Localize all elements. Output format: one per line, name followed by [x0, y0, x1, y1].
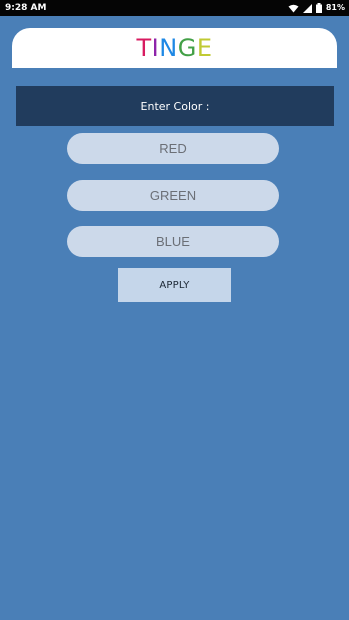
title-letter: T [136, 34, 152, 62]
red-input[interactable] [67, 133, 279, 164]
title-letter: I [151, 34, 160, 62]
title-letter: G [177, 34, 197, 62]
blue-input[interactable] [67, 226, 279, 257]
title-letter: E [196, 34, 213, 62]
battery-icon [315, 3, 322, 13]
app-title: TINGE [12, 34, 337, 62]
app-header: TINGE [12, 28, 337, 68]
enter-color-label: Enter Color : [140, 99, 210, 113]
green-input[interactable] [67, 180, 279, 211]
signal-icon [302, 3, 312, 13]
wifi-icon [288, 4, 299, 13]
enter-color-panel: Enter Color : [16, 86, 334, 126]
title-letter: N [159, 34, 178, 62]
status-bar: 9:28 AM 81% [0, 0, 349, 16]
status-time: 9:28 AM [5, 3, 47, 13]
apply-button[interactable]: APPLY [118, 268, 231, 302]
battery-percent: 81% [325, 3, 345, 12]
status-icons: 81% [288, 0, 345, 16]
